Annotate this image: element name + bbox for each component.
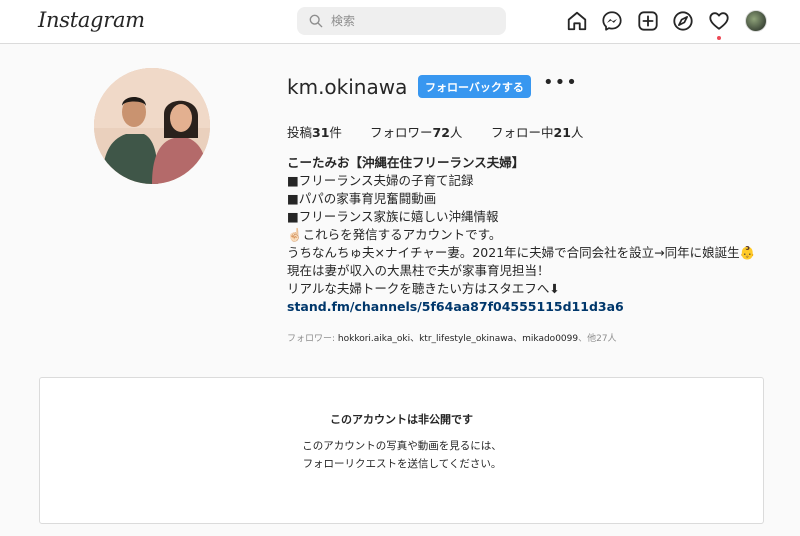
instagram-logo[interactable]: Instagram <box>38 8 145 32</box>
messenger-icon <box>602 11 622 31</box>
search-input[interactable] <box>331 10 496 32</box>
profile-bio: こーたみお【沖縄在住フリーランス夫婦】 ■フリーランス夫婦の子育て記録 ■パパの… <box>287 154 767 316</box>
activity-heart-icon <box>709 12 729 30</box>
bio-line: ■フリーランス夫婦の子育て記録 <box>287 173 474 188</box>
explore-button[interactable] <box>672 10 694 32</box>
new-post-icon <box>638 11 658 31</box>
followers-count[interactable]: フォロワー72人 <box>370 122 462 141</box>
notification-dot <box>717 36 721 40</box>
top-nav-bar: Instagram <box>0 0 800 44</box>
bio-line: うちなんちゅ夫×ナイチャー妻。2021年に夫婦で合同会社を設立→同年に娘誕生👶現… <box>287 245 756 278</box>
home-button[interactable] <box>566 10 588 32</box>
messenger-button[interactable] <box>601 10 623 32</box>
bio-line: ☝🏻これらを発信するアカウントです。 <box>287 227 502 242</box>
bio-link[interactable]: stand.fm/channels/5f64aa87f04555115d11d3… <box>287 298 767 316</box>
private-account-card: このアカウントは非公開です このアカウントの写真や動画を見るには、フォローリクエ… <box>39 377 764 524</box>
bio-line: リアルな夫婦トークを聴きたい方はスタエフへ⬇ <box>287 281 560 296</box>
activity-button[interactable] <box>708 10 730 40</box>
bio-line: ■フリーランス家族に嬉しい沖縄情報 <box>287 209 499 224</box>
new-post-button[interactable] <box>637 10 659 32</box>
private-account-title: このアカウントは非公開です <box>330 413 473 426</box>
follow-back-button[interactable]: フォローバックする <box>418 75 531 98</box>
more-options-button[interactable]: ••• <box>543 74 577 96</box>
profile-avatar[interactable] <box>745 10 767 32</box>
followed-by[interactable]: フォロワー: hokkori.aika_oki、ktr_lifestyle_ok… <box>287 331 617 344</box>
bio-display-name: こーたみお【沖縄在住フリーランス夫婦】 <box>287 155 525 170</box>
following-count[interactable]: フォロー中21人 <box>491 122 583 141</box>
search-box[interactable] <box>297 7 506 35</box>
profile-username: km.okinawa <box>287 75 408 99</box>
explore-icon <box>673 11 693 31</box>
profile-picture[interactable] <box>94 68 210 184</box>
profile-photo-illustration <box>94 68 210 184</box>
private-account-description: このアカウントの写真や動画を見るには、フォローリクエストを送信してください。 <box>302 440 502 470</box>
posts-count: 投稿31件 <box>287 125 342 140</box>
home-icon <box>567 11 587 31</box>
bio-line: ■パパの家事育児奮闘動画 <box>287 191 437 206</box>
search-icon <box>309 14 323 28</box>
